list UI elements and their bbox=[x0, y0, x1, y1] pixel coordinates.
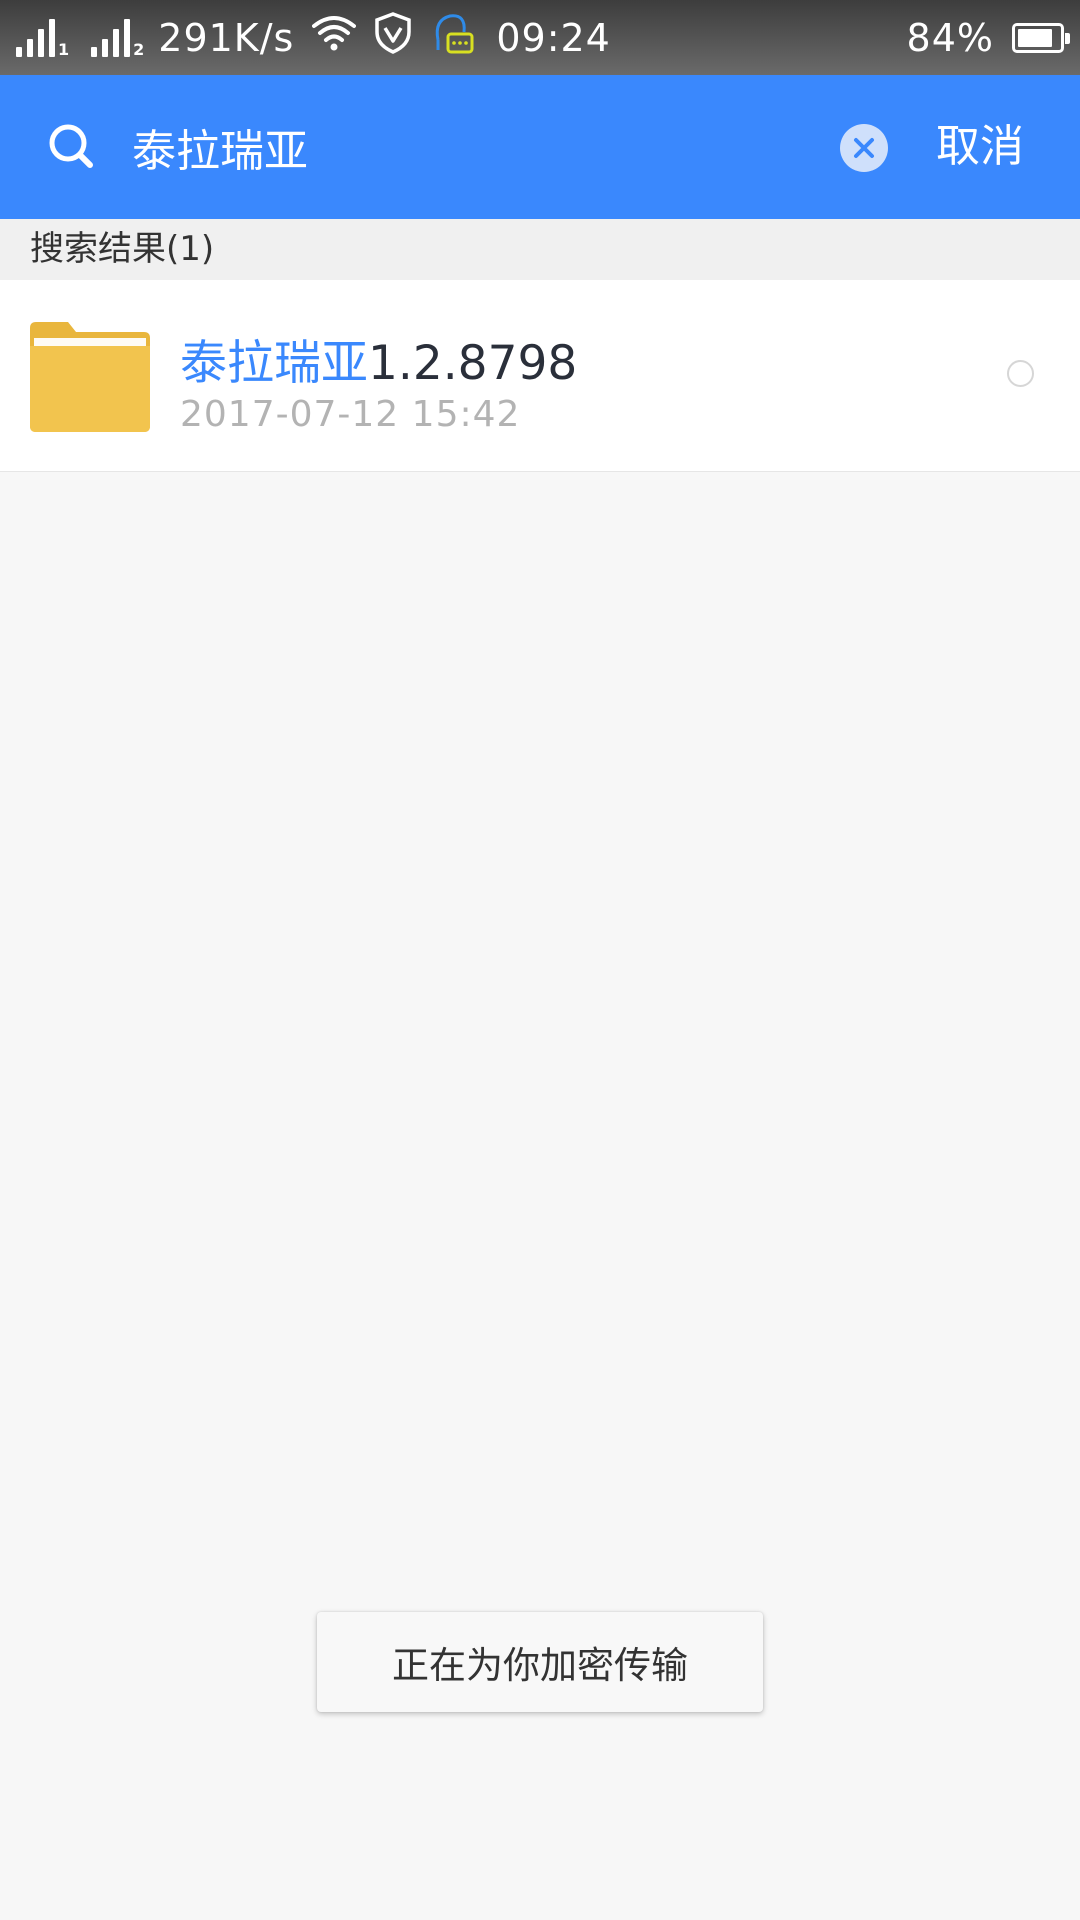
results-header: 搜索结果(1) bbox=[0, 219, 1080, 280]
toast: 正在为你加密传输 bbox=[317, 1612, 763, 1712]
list-item[interactable]: 泰拉瑞亚1.2.8798 2017-07-12 15:42 bbox=[0, 280, 1080, 472]
file-name: 泰拉瑞亚1.2.8798 bbox=[180, 324, 577, 393]
net-speed: 291K/s bbox=[158, 15, 295, 60]
file-date: 2017-07-12 15:42 bbox=[180, 394, 521, 435]
file-name-highlight: 泰拉瑞亚 bbox=[180, 336, 368, 391]
battery-fill bbox=[1018, 28, 1052, 47]
wifi-icon bbox=[312, 14, 357, 61]
clear-button[interactable] bbox=[840, 124, 888, 172]
battery-percent: 84% bbox=[906, 15, 994, 60]
search-input[interactable] bbox=[132, 115, 812, 179]
clock: 09:24 bbox=[496, 15, 611, 60]
search-header: 取消 bbox=[0, 75, 1080, 219]
message-icon bbox=[430, 10, 474, 65]
cancel-button[interactable]: 取消 bbox=[936, 117, 1024, 177]
file-name-rest: 1.2.8798 bbox=[368, 336, 578, 391]
select-radio[interactable] bbox=[1007, 360, 1034, 387]
folder-icon bbox=[30, 322, 150, 432]
status-bar: 1 2 291K/s 09:24 84% bbox=[0, 0, 1080, 75]
search-icon bbox=[46, 121, 96, 171]
signal-icon: 2 bbox=[91, 18, 145, 59]
shield-icon bbox=[374, 12, 412, 63]
sim2-label: 2 bbox=[133, 39, 145, 59]
battery-icon bbox=[1012, 22, 1070, 53]
sim1-label: 1 bbox=[58, 39, 70, 59]
close-icon bbox=[854, 138, 874, 158]
signal-icon: 1 bbox=[16, 18, 70, 59]
toast-message: 正在为你加密传输 bbox=[392, 1644, 688, 1687]
